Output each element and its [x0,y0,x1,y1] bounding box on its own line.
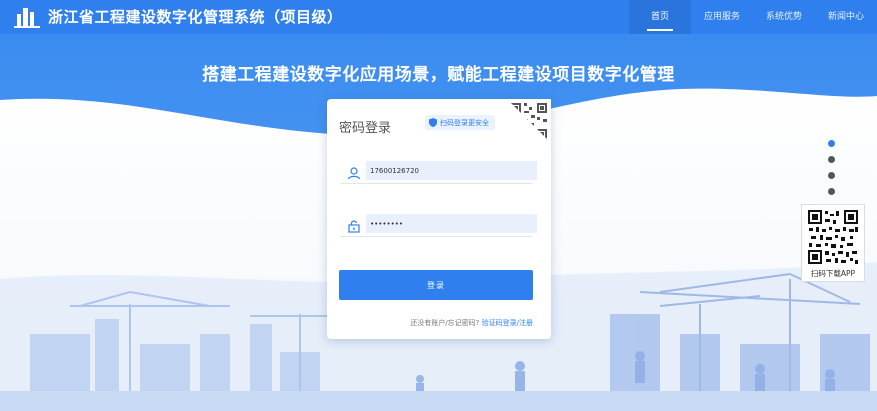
nav-news-center[interactable]: 新闻中心 [815,0,877,34]
scan-badge-label: 扫码登录更安全 [440,118,489,127]
main-nav: 首页 应用服务 系统优势 新闻中心 [629,0,877,34]
login-card: 密码登录 扫码登录更安全 17600126720 •••••••• 登录 还没有… [327,99,551,339]
username-field [341,161,537,184]
nav-home[interactable]: 首页 [629,0,691,34]
qr-code-icon[interactable] [507,99,551,143]
login-button[interactable]: 登录 [339,270,533,300]
scan-login-badge[interactable]: 扫码登录更安全 [425,115,495,130]
carousel-dot-2[interactable] [828,156,835,163]
app-download-label: 扫码下载APP [810,269,856,278]
username-input[interactable] [366,161,537,180]
footer-prompt: 还没有账户/忘记密码? [410,319,480,327]
carousel-dots [828,140,835,204]
sms-login-register-link[interactable]: 验证码登录/注册 [482,319,533,327]
carousel-dot-1[interactable] [828,140,835,147]
nav-system-advantages[interactable]: 系统优势 [753,0,815,34]
carousel-dot-4[interactable] [828,188,835,195]
top-header: 浙江省工程建设数字化管理系统（项目级） 首页 应用服务 系统优势 新闻中心 [0,0,877,34]
login-footer: 还没有账户/忘记密码? 验证码登录/注册 [410,318,533,328]
password-input[interactable] [366,214,537,233]
carousel-dot-3[interactable] [828,172,835,179]
nav-app-services[interactable]: 应用服务 [691,0,753,34]
lock-icon [348,220,360,233]
app-download-qr: 扫码下载APP [801,204,865,282]
password-field [341,214,537,237]
qr-code-icon [807,209,859,265]
user-icon [347,167,361,180]
logo-icon [14,8,40,28]
banner-slogan: 搭建工程建设数字化应用场景，赋能工程建设项目数字化管理 [202,65,675,85]
shield-icon [429,118,437,127]
login-title: 密码登录 [339,121,392,136]
app-title: 浙江省工程建设数字化管理系统（项目级） [48,8,343,26]
